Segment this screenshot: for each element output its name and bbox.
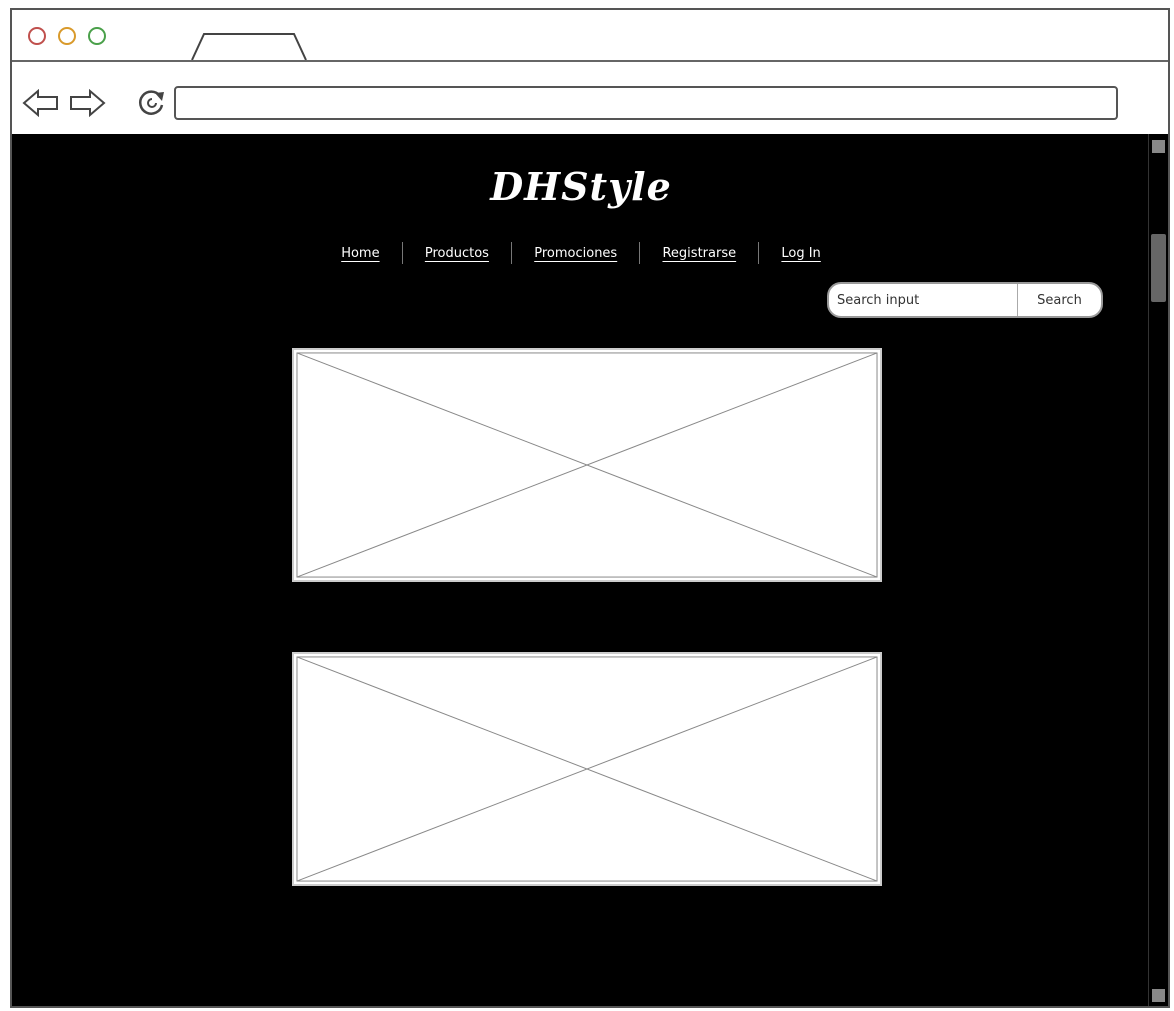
nav-divider (401, 242, 403, 264)
page-content: DHStyle Home Productos Promociones Regis… (12, 134, 1150, 1006)
image-placeholder (292, 348, 882, 582)
vertical-scrollbar[interactable] (1148, 134, 1168, 1006)
search-bar: Search (827, 282, 1103, 318)
back-arrow-icon[interactable] (22, 89, 60, 117)
nav-registrarse-link[interactable]: Registrarse (658, 246, 740, 261)
minimize-window-button[interactable] (58, 27, 76, 45)
site-logo[interactable]: DHStyle (12, 164, 1150, 209)
image-placeholder-icon (296, 352, 878, 578)
image-placeholder-icon (296, 656, 878, 882)
title-bar (12, 10, 1168, 62)
scroll-thumb[interactable] (1151, 234, 1166, 302)
main-nav: Home Productos Promociones Registrarse L… (12, 242, 1150, 264)
forward-arrow-icon[interactable] (68, 89, 106, 117)
image-placeholder (292, 652, 882, 886)
nav-productos-link[interactable]: Productos (421, 246, 493, 261)
search-input[interactable] (829, 284, 1033, 316)
reload-icon[interactable] (136, 87, 168, 119)
nav-promociones-link[interactable]: Promociones (530, 246, 621, 261)
nav-home-link[interactable]: Home (337, 246, 383, 261)
search-button[interactable]: Search (1018, 284, 1101, 316)
scroll-down-icon[interactable] (1152, 989, 1165, 1002)
scroll-up-icon[interactable] (1152, 140, 1165, 153)
nav-divider (511, 242, 513, 264)
browser-navbar (12, 62, 1168, 136)
close-window-button[interactable] (28, 27, 46, 45)
nav-divider (758, 242, 760, 264)
address-bar[interactable] (174, 86, 1118, 120)
browser-tab[interactable] (190, 32, 308, 60)
browser-window: DHStyle Home Productos Promociones Regis… (10, 8, 1170, 1008)
nav-divider (639, 242, 641, 264)
maximize-window-button[interactable] (88, 27, 106, 45)
nav-login-link[interactable]: Log In (777, 246, 824, 261)
